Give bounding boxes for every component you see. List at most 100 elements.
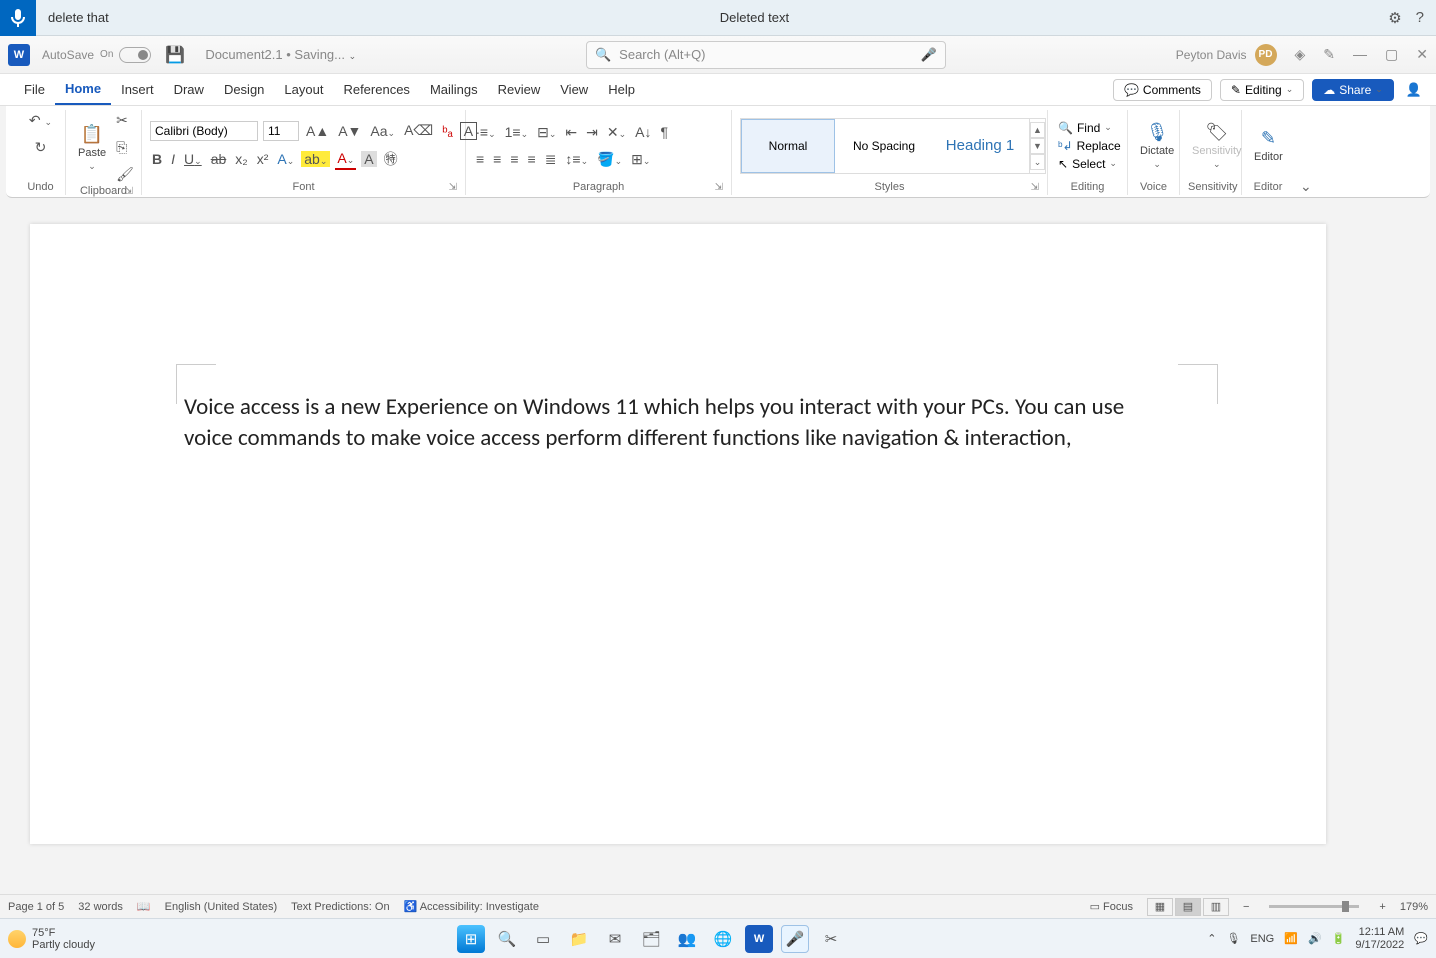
clipboard-launcher[interactable]: ⇲ xyxy=(125,186,133,197)
font-size-input[interactable] xyxy=(263,121,299,141)
zoom-out-button[interactable]: − xyxy=(1243,901,1249,913)
view-web-layout[interactable]: ▥ xyxy=(1203,898,1229,916)
taskbar-files[interactable]: 🗂 xyxy=(637,925,665,953)
styles-scroll-down[interactable]: ▼ xyxy=(1030,138,1045,154)
document-title[interactable]: Document2.1 • Saving... ⌄ xyxy=(205,47,356,62)
taskbar-explorer[interactable]: 📁 xyxy=(565,925,593,953)
style-heading-1[interactable]: Heading 1 xyxy=(933,119,1027,173)
sort-button[interactable]: A↓ xyxy=(633,122,653,142)
taskbar-snip[interactable]: ✂ xyxy=(817,925,845,953)
borders-button[interactable]: ⊞⌄ xyxy=(629,149,652,170)
bullets-button[interactable]: ∙≡⌄ xyxy=(474,122,498,142)
tray-language[interactable]: ENG xyxy=(1250,933,1274,945)
task-view-button[interactable]: ▭ xyxy=(529,925,557,953)
zoom-slider[interactable] xyxy=(1269,905,1359,908)
tab-design[interactable]: Design xyxy=(214,74,274,105)
autosave-toggle[interactable]: AutoSave On xyxy=(42,47,151,63)
taskbar-weather[interactable]: 75°F Partly cloudy xyxy=(8,927,95,951)
align-center-button[interactable]: ≡ xyxy=(491,149,503,169)
distributed-button[interactable]: ≣ xyxy=(543,149,559,170)
tray-volume-icon[interactable]: 🔊 xyxy=(1308,932,1322,945)
redo-button[interactable]: ↻ xyxy=(33,137,49,158)
shading-button[interactable]: 🪣⌄ xyxy=(595,149,624,170)
style-no-spacing[interactable]: No Spacing xyxy=(837,119,931,173)
editor-button[interactable]: ✎ Editor xyxy=(1250,126,1287,165)
increase-indent-button[interactable]: ⇥ xyxy=(584,122,600,143)
tray-mic-icon[interactable]: 🎙 xyxy=(1226,932,1240,945)
close-button[interactable]: ✕ xyxy=(1416,46,1428,63)
tab-home[interactable]: Home xyxy=(55,74,111,105)
status-predictions[interactable]: Text Predictions: On xyxy=(291,901,389,913)
taskbar-teams[interactable]: 👥 xyxy=(673,925,701,953)
maximize-button[interactable]: ▢ xyxy=(1385,46,1398,63)
underline-button[interactable]: U⌄ xyxy=(182,149,204,169)
strike-button[interactable]: ab xyxy=(209,149,229,169)
dictate-button[interactable]: 🎙 Dictate ⌄ xyxy=(1136,120,1178,172)
tray-notifications-icon[interactable]: 💬 xyxy=(1414,932,1428,945)
taskbar-edge[interactable]: 🌐 xyxy=(709,925,737,953)
cut-button[interactable]: ✂ xyxy=(114,110,136,131)
voice-mic-button[interactable] xyxy=(0,0,36,36)
font-launcher[interactable]: ⇲ xyxy=(449,182,457,193)
zoom-level[interactable]: 179% xyxy=(1400,901,1428,913)
grow-font-button[interactable]: A▲ xyxy=(304,121,331,141)
line-spacing-button[interactable]: ↕≡⌄ xyxy=(563,149,590,169)
text-effects-button[interactable]: A⌄ xyxy=(275,149,296,169)
tray-battery-icon[interactable]: 🔋 xyxy=(1332,932,1346,945)
search-mic-icon[interactable]: 🎤 xyxy=(921,47,937,63)
status-page[interactable]: Page 1 of 5 xyxy=(8,901,64,913)
voice-settings-icon[interactable]: ⚙ xyxy=(1388,9,1401,27)
format-painter-button[interactable]: 🖌 xyxy=(114,164,136,185)
tray-clock[interactable]: 12:11 AM 9/17/2022 xyxy=(1355,926,1404,950)
editing-mode-button[interactable]: ✎ Editing ⌄ xyxy=(1220,79,1304,101)
toggle-switch[interactable] xyxy=(119,47,151,63)
change-case-button[interactable]: Aa⌄ xyxy=(368,121,397,141)
view-read-mode[interactable]: ▦ xyxy=(1147,898,1173,916)
copy-button[interactable]: ⎘ xyxy=(114,137,136,158)
document-page[interactable]: Voice access is a new Experience on Wind… xyxy=(30,224,1326,844)
select-button[interactable]: ↖Select ⌄ xyxy=(1056,156,1123,172)
undo-button[interactable]: ↶ ⌄ xyxy=(27,110,54,131)
italic-button[interactable]: I xyxy=(169,149,177,169)
find-button[interactable]: 🔍Find ⌄ xyxy=(1056,120,1123,136)
asian-layout-button[interactable]: ✕⌄ xyxy=(605,122,628,143)
search-box[interactable]: 🔍 Search (Alt+Q) 🎤 xyxy=(586,41,946,69)
clear-format-button[interactable]: A⌫ xyxy=(402,120,435,141)
minimize-button[interactable]: — xyxy=(1353,46,1367,63)
tab-layout[interactable]: Layout xyxy=(274,74,333,105)
enclose-char-button[interactable]: ㊕ xyxy=(382,147,400,171)
view-print-layout[interactable]: ▤ xyxy=(1175,898,1201,916)
tab-help[interactable]: Help xyxy=(598,74,645,105)
paragraph-launcher[interactable]: ⇲ xyxy=(715,182,723,193)
save-icon[interactable]: 💾 xyxy=(165,45,185,65)
font-name-input[interactable] xyxy=(150,121,258,141)
styles-scroll-up[interactable]: ▲ xyxy=(1030,122,1045,138)
user-presence-icon[interactable]: 👤 xyxy=(1406,82,1422,98)
tray-expand-icon[interactable]: ⌃ xyxy=(1207,932,1216,945)
styles-expand[interactable]: ⌄ xyxy=(1030,154,1045,170)
align-right-button[interactable]: ≡ xyxy=(508,149,520,169)
status-language[interactable]: English (United States) xyxy=(165,901,278,913)
bold-button[interactable]: B xyxy=(150,149,164,169)
align-left-button[interactable]: ≡ xyxy=(474,149,486,169)
collapse-ribbon-button[interactable]: ⌄ xyxy=(1300,178,1312,195)
paste-button[interactable]: 📋 Paste ⌄ xyxy=(74,122,110,174)
status-spellcheck-icon[interactable]: 📖 xyxy=(137,900,151,913)
status-focus[interactable]: ▭ Focus xyxy=(1090,900,1133,913)
show-marks-button[interactable]: ¶ xyxy=(659,122,671,142)
tab-mailings[interactable]: Mailings xyxy=(420,74,488,105)
user-account[interactable]: Peyton Davis PD xyxy=(1176,44,1277,66)
tab-file[interactable]: File xyxy=(14,74,55,105)
taskbar-voice-access[interactable]: 🎤 xyxy=(781,925,809,953)
zoom-in-button[interactable]: + xyxy=(1379,901,1385,913)
font-color-button[interactable]: A⌄ xyxy=(335,148,356,170)
pen-icon[interactable]: ✎ xyxy=(1323,46,1335,63)
char-shading-button[interactable]: A xyxy=(361,151,376,167)
replace-button[interactable]: ᵇ↲Replace xyxy=(1056,138,1123,154)
taskbar-search[interactable]: 🔍 xyxy=(493,925,521,953)
decrease-indent-button[interactable]: ⇤ xyxy=(563,122,579,143)
diamond-icon[interactable]: ◈ xyxy=(1295,46,1306,63)
share-button[interactable]: ☁ Share ⌄ xyxy=(1312,79,1394,101)
tab-references[interactable]: References xyxy=(333,74,419,105)
justify-button[interactable]: ≡ xyxy=(526,149,538,169)
